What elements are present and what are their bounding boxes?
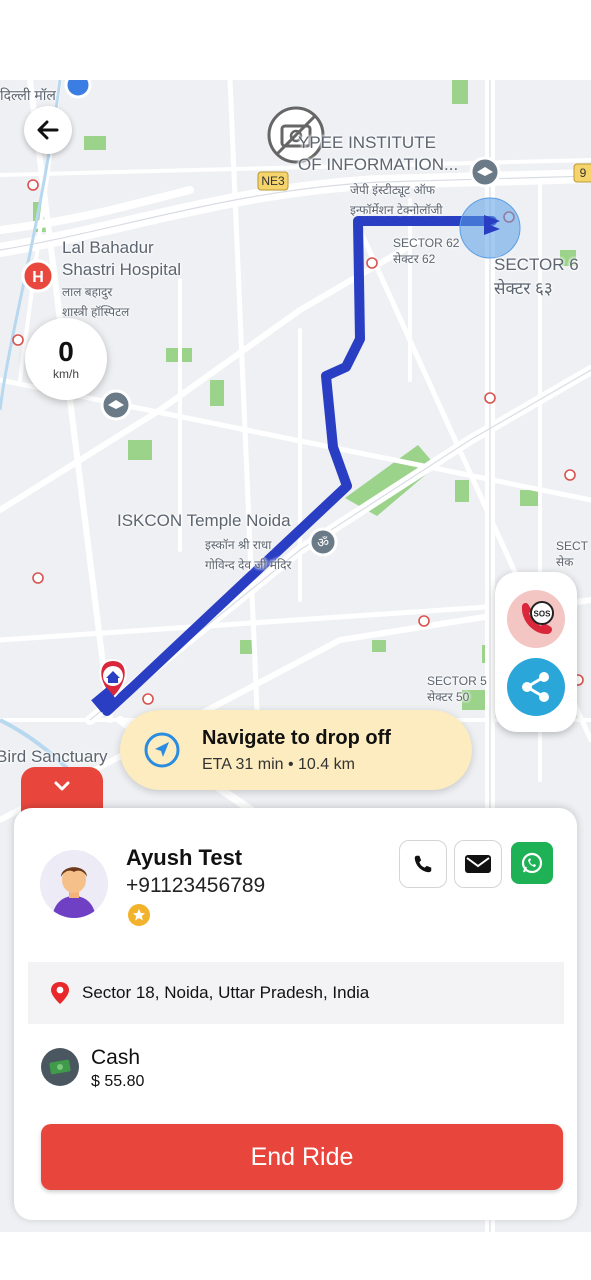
message-button[interactable] — [454, 840, 502, 888]
map-label-jaypee-hindi: जेपी इंस्टीट्यूट ऑफ इन्फॉर्मेशन टेक्नोलॉ… — [350, 183, 443, 217]
collapse-sheet-button[interactable] — [21, 767, 103, 813]
rider-phone: +91123456789 — [126, 874, 266, 897]
whatsapp-icon — [521, 852, 543, 874]
map-label-jaypee: YPEE INSTITUTE OF INFORMATION... — [298, 133, 459, 174]
back-button[interactable] — [24, 106, 72, 154]
user-avatar-icon — [52, 867, 96, 918]
sos-phone-icon: SOS — [521, 601, 554, 635]
speedometer: 0 km/h — [25, 318, 107, 400]
chevron-down-icon — [54, 781, 70, 791]
payment-method: Cash — [91, 1046, 141, 1069]
money-icon — [49, 1059, 71, 1075]
education-pin-icon — [469, 156, 501, 188]
map-side-actions: SOS — [495, 572, 577, 732]
map-label-sector-50: SECTOR 5 सेक्टर 50 — [427, 674, 487, 704]
whatsapp-button[interactable] — [511, 842, 553, 884]
hospital-pin-icon: H — [21, 259, 55, 293]
road-shield-ne3: NE3 — [261, 174, 285, 188]
map-label-iskcon: ISKCON Temple Noida — [117, 511, 291, 530]
map-label-hospital-hindi: लाल बहादुर शास्त्री हॉस्पिटल — [62, 285, 130, 319]
svg-text:H: H — [32, 269, 44, 286]
svg-text:ॐ: ॐ — [317, 535, 329, 550]
navigation-arrow-icon — [144, 732, 180, 768]
avatar — [40, 850, 108, 918]
navigation-banner[interactable]: Navigate to drop off ETA 31 min • 10.4 k… — [120, 710, 472, 790]
map-label-iskcon-hindi: इस्कॉन श्री राधा गोविन्द देव जी मंदिर — [205, 538, 292, 572]
arrow-left-icon — [37, 120, 59, 140]
rider-name: Ayush Test — [126, 845, 243, 870]
call-button[interactable] — [399, 840, 447, 888]
temple-pin-icon: ॐ — [308, 527, 338, 557]
screen: NE3 9 H ॐ दिल्ली मॉल YPEE INSTITUTE OF I… — [0, 0, 591, 1280]
dropoff-address: Sector 18, Noida, Uttar Pradesh, India — [82, 983, 370, 1002]
sos-button[interactable]: SOS — [507, 590, 565, 648]
location-pin-icon — [51, 982, 69, 1004]
road-shield-9: 9 — [580, 166, 587, 180]
speed-unit: km/h — [52, 367, 79, 381]
star-icon — [133, 909, 145, 921]
shopping-pin-icon — [64, 80, 92, 99]
ride-details-sheet: Ayush Test +91123456789 Sector 18, Noida… — [14, 808, 577, 1220]
dropoff-address-row[interactable]: Sector 18, Noida, Uttar Pradesh, India — [28, 962, 564, 1024]
rating-badge — [128, 904, 150, 926]
navigation-title: Navigate to drop off — [202, 727, 391, 749]
mail-icon — [465, 855, 491, 873]
end-ride-button[interactable]: End Ride — [41, 1124, 563, 1190]
phone-icon — [414, 855, 432, 873]
map-label-sector-63: SECTOR 6 सेक्टर ६३ — [494, 255, 579, 298]
fare-amount: $ 55.80 — [91, 1073, 145, 1090]
cash-icon — [41, 1048, 79, 1086]
map-label-bird-sanctuary: Bird Sanctuary — [0, 747, 108, 766]
education-pin-icon-2 — [100, 389, 132, 421]
share-icon — [522, 672, 549, 702]
map-label-sector-62: SECTOR 62 सेक्टर 62 — [393, 236, 460, 266]
navigation-eta: ETA 31 min • 10.4 km — [202, 756, 355, 773]
speed-value: 0 — [58, 336, 74, 367]
share-button[interactable] — [507, 658, 565, 716]
map-label-delhi-mall: दिल्ली मॉल — [0, 87, 56, 103]
bottom-safe-area — [0, 1232, 591, 1280]
svg-text:SOS: SOS — [534, 610, 552, 619]
map-label-hospital: Lal Bahadur Shastri Hospital — [62, 238, 182, 279]
map-label-sector-right: SECT सेक — [556, 539, 589, 569]
